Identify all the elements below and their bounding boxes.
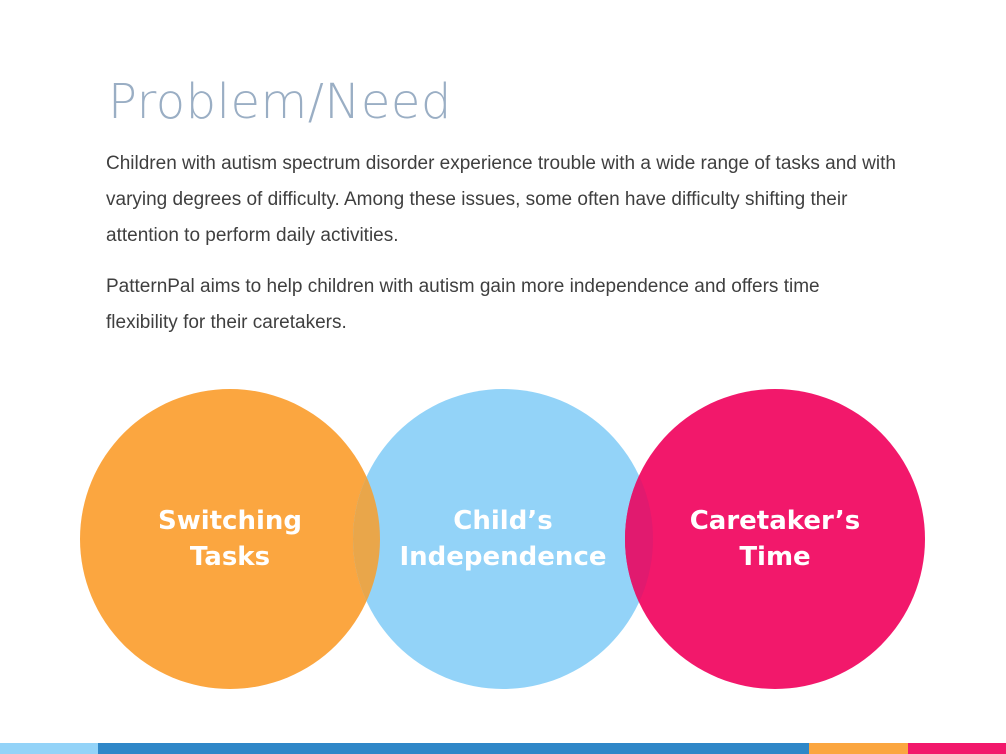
footer-color-bar: [0, 743, 1006, 754]
child-independence-circle: Child’s Independence: [353, 389, 653, 689]
mission-paragraph: PatternPal aims to help children with au…: [106, 276, 820, 333]
intro-paragraph: Children with autism spectrum disorder e…: [106, 153, 896, 246]
caretaker-time-circle: Caretaker’s Time: [625, 389, 925, 689]
switching-tasks-circle: Switching Tasks: [80, 389, 380, 689]
switching-tasks-label: Switching Tasks: [157, 506, 303, 572]
footer-segment-blue: [98, 743, 809, 754]
footer-segment-pink: [908, 743, 1006, 754]
slide-title: Problem/Need: [108, 74, 452, 130]
child-independence-label: Child’s Independence: [399, 506, 607, 572]
footer-segment-light-blue: [0, 743, 98, 754]
footer-segment-orange: [809, 743, 908, 754]
caretaker-time-label: Caretaker’s Time: [689, 506, 861, 572]
slide: Problem/Need Children with autism spectr…: [0, 0, 1006, 754]
